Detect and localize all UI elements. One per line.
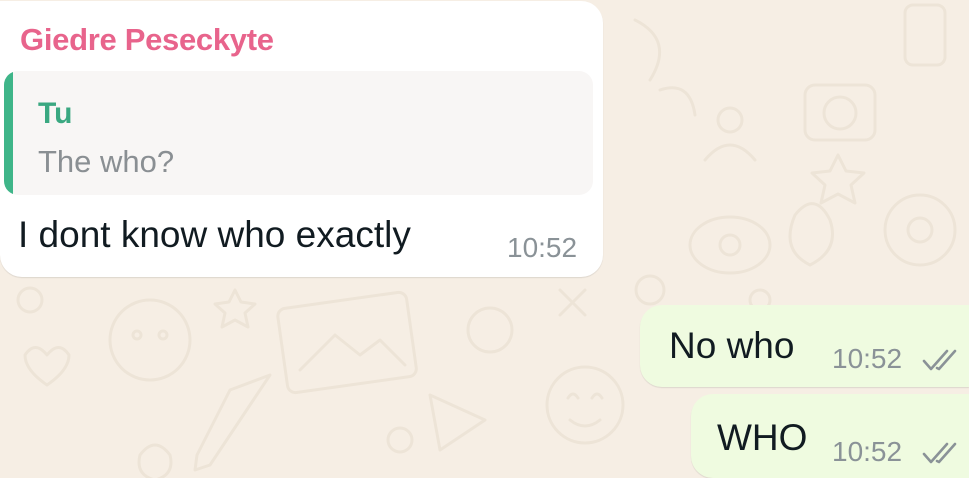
double-check-icon bbox=[922, 442, 957, 464]
message-time: 10:52 bbox=[832, 343, 903, 374]
message-text: WHO bbox=[717, 417, 808, 458]
message-time: 10:52 bbox=[507, 232, 578, 263]
double-check-icon bbox=[922, 349, 957, 371]
message-text: I dont know who exactly bbox=[18, 214, 411, 255]
quote-accent-bar bbox=[4, 71, 13, 195]
outgoing-message-bubble[interactable]: WHO 10:52 bbox=[691, 394, 969, 478]
sender-name[interactable]: Giedre Peseckyte bbox=[20, 22, 274, 58]
quoted-text: The who? bbox=[38, 144, 175, 179]
message-time: 10:52 bbox=[832, 436, 903, 467]
message-text: No who bbox=[669, 325, 795, 366]
quoted-message[interactable]: Tu The who? bbox=[4, 71, 593, 195]
outgoing-message-bubble[interactable]: No who 10:52 bbox=[640, 305, 969, 387]
quoted-author: Tu bbox=[38, 97, 73, 130]
incoming-message-bubble[interactable]: Giedre Peseckyte Tu The who? I dont know… bbox=[0, 1, 603, 277]
